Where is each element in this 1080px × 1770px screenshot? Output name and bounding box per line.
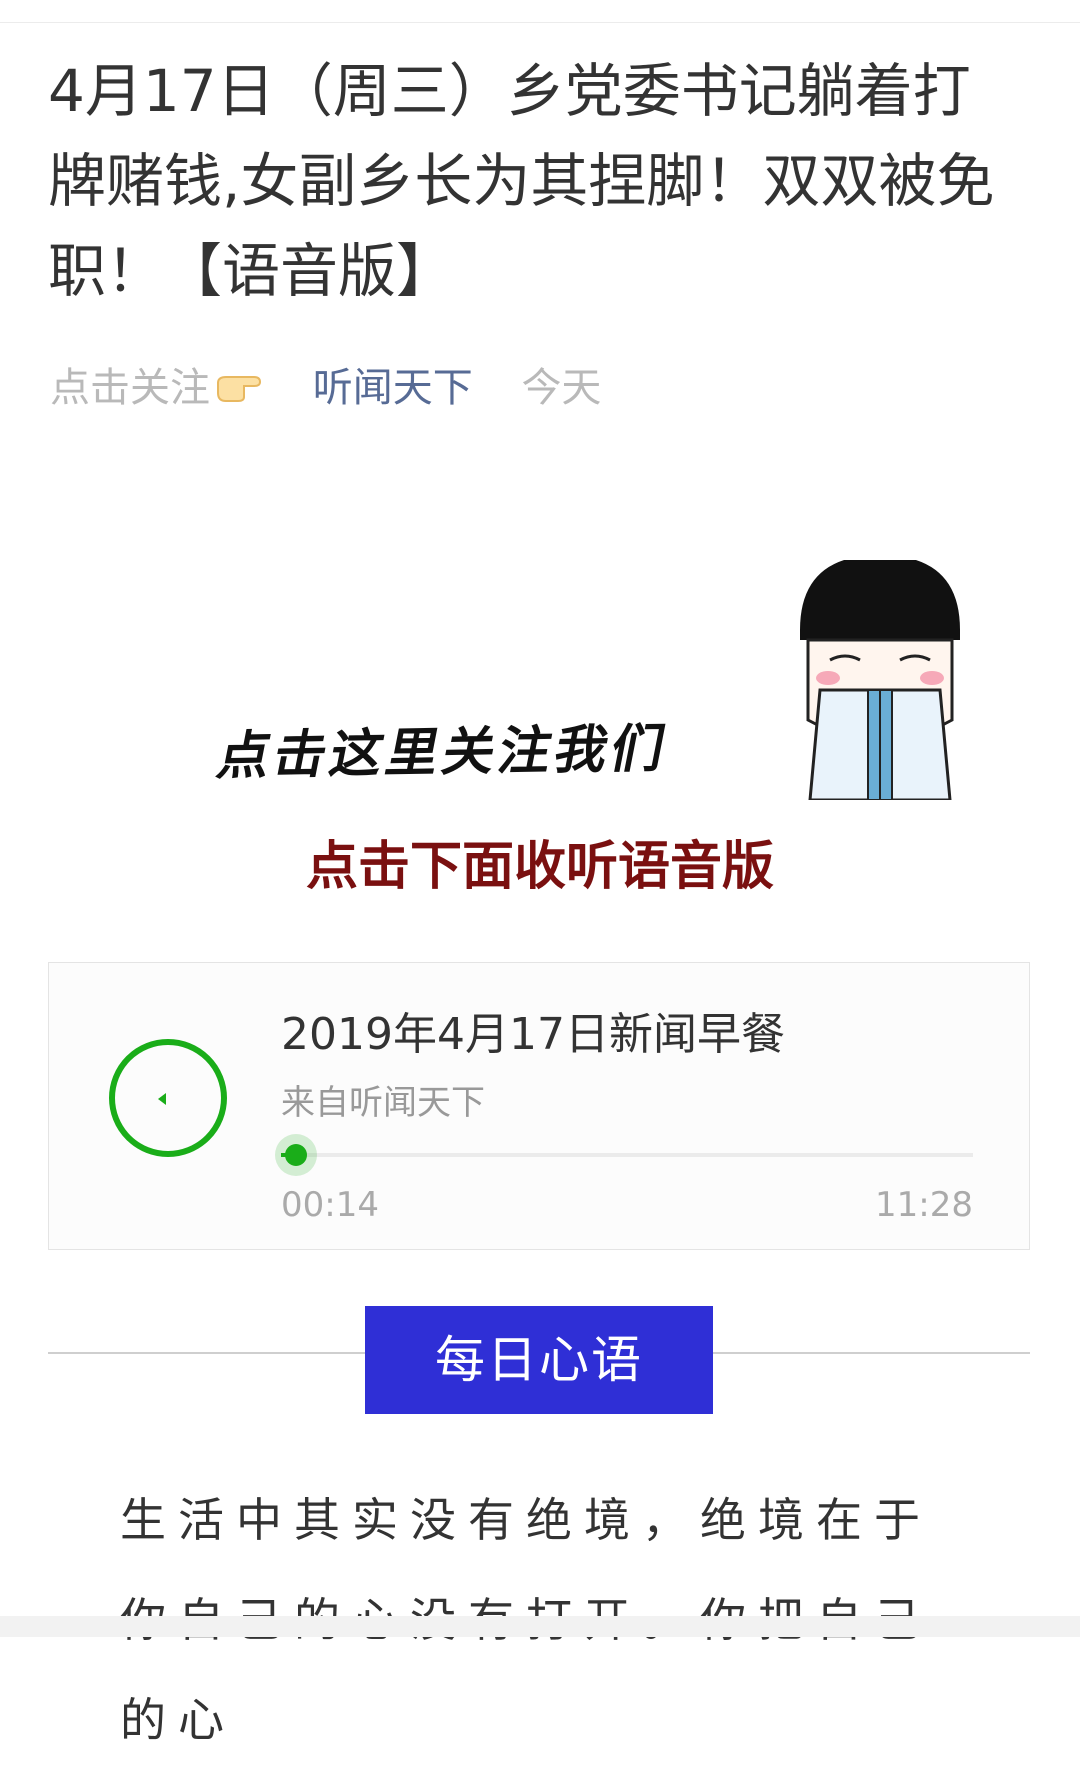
article-title: 4月17日（周三）乡党委书记躺着打牌赌钱,女副乡长为其捏脚！双双被免职！【语音版… xyxy=(48,57,995,305)
audio-title: 2019年4月17日新闻早餐 xyxy=(281,1009,785,1060)
pointing-hand-icon xyxy=(214,362,264,422)
follow-link[interactable]: 点击关注 xyxy=(50,365,264,411)
current-time: 00:14 xyxy=(281,1185,379,1225)
publish-date: 今天 xyxy=(521,365,602,411)
progress-handle[interactable] xyxy=(274,1134,317,1176)
follow-banner[interactable]: 点击这里关注我们 xyxy=(210,560,970,800)
section-title: 每日心语 xyxy=(365,1306,713,1414)
bottom-edge xyxy=(0,1616,1080,1637)
play-icon xyxy=(158,1093,166,1105)
article-meta: 点击关注 听闻天下 今天 xyxy=(50,358,601,418)
audio-source: 来自听闻天下 xyxy=(281,1083,485,1123)
author-link[interactable]: 听闻天下 xyxy=(313,365,473,411)
total-time: 11:28 xyxy=(875,1185,973,1225)
mascot-image xyxy=(800,560,960,800)
top-divider xyxy=(0,22,1080,23)
banner-text: 点击这里关注我们 xyxy=(212,718,674,787)
progress-slider[interactable] xyxy=(274,1134,973,1176)
play-button[interactable] xyxy=(109,1039,227,1157)
audio-player[interactable]: 2019年4月17日新闻早餐 来自听闻天下 00:14 11:28 xyxy=(48,962,1030,1250)
listen-hint: 点击下面收听语音版 xyxy=(305,837,774,897)
follow-label: 点击关注 xyxy=(50,365,210,411)
